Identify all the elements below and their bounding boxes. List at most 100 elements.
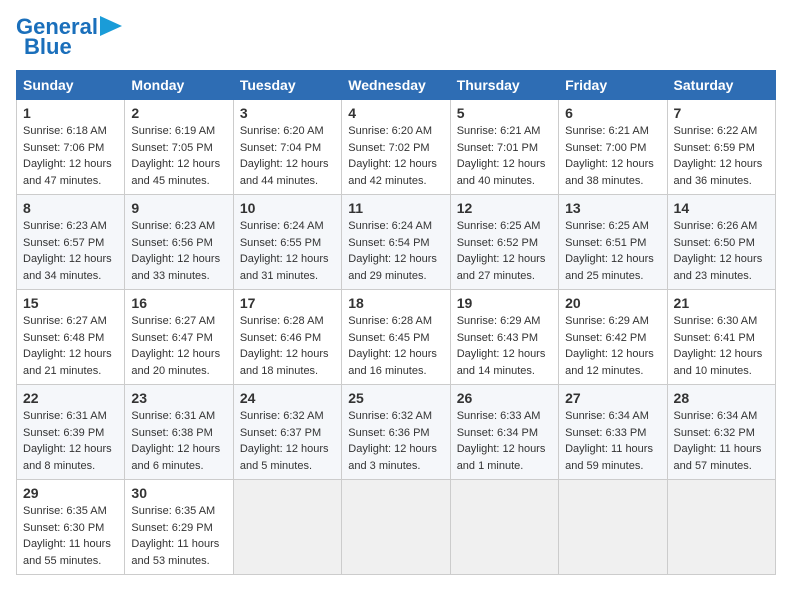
day-cell: 28 Sunrise: 6:34 AM Sunset: 6:32 PM Dayli… [667,385,775,480]
day-number: 5 [457,105,552,121]
day-cell: 23 Sunrise: 6:31 AM Sunset: 6:38 PM Dayli… [125,385,233,480]
day-cell: 3 Sunrise: 6:20 AM Sunset: 7:04 PM Daylig… [233,100,341,195]
day-info: Sunrise: 6:27 AM Sunset: 6:48 PM Dayligh… [23,313,118,379]
day-number: 7 [674,105,769,121]
day-number: 16 [131,295,226,311]
day-cell: 17 Sunrise: 6:28 AM Sunset: 6:46 PM Dayli… [233,290,341,385]
day-cell: 1 Sunrise: 6:18 AM Sunset: 7:06 PM Daylig… [17,100,125,195]
day-cell: 25 Sunrise: 6:32 AM Sunset: 6:36 PM Dayli… [342,385,450,480]
day-number: 10 [240,200,335,216]
day-number: 26 [457,390,552,406]
day-info: Sunrise: 6:26 AM Sunset: 6:50 PM Dayligh… [674,218,769,284]
day-number: 20 [565,295,660,311]
day-cell: 2Sunrise: 6:19 AM Sunset: 7:05 PM Daylig… [125,100,233,195]
day-cell: 7 Sunrise: 6:22 AM Sunset: 6:59 PM Daylig… [667,100,775,195]
logo-arrow-icon [100,16,122,36]
day-cell: 6Sunrise: 6:21 AM Sunset: 7:00 PM Daylig… [559,100,667,195]
day-cell: 18 Sunrise: 6:28 AM Sunset: 6:45 PM Dayli… [342,290,450,385]
week-row-2: 8 Sunrise: 6:23 AM Sunset: 6:57 PM Daylig… [17,195,776,290]
calendar-table: SundayMondayTuesdayWednesdayThursdayFrid… [16,70,776,575]
day-number: 14 [674,200,769,216]
day-cell: 26 Sunrise: 6:33 AM Sunset: 6:34 PM Dayli… [450,385,558,480]
day-cell: 9 Sunrise: 6:23 AM Sunset: 6:56 PM Daylig… [125,195,233,290]
day-info: Sunrise: 6:28 AM Sunset: 6:45 PM Dayligh… [348,313,443,379]
week-row-5: 29 Sunrise: 6:35 AM Sunset: 6:30 PM Dayli… [17,480,776,575]
day-info: Sunrise: 6:30 AM Sunset: 6:41 PM Dayligh… [674,313,769,379]
day-info: Sunrise: 6:31 AM Sunset: 6:38 PM Dayligh… [131,408,226,474]
header-row: SundayMondayTuesdayWednesdayThursdayFrid… [17,71,776,100]
day-number: 3 [240,105,335,121]
week-row-4: 22Sunrise: 6:31 AM Sunset: 6:39 PM Dayli… [17,385,776,480]
day-number: 27 [565,390,660,406]
day-info: Sunrise: 6:20 AM Sunset: 7:04 PM Dayligh… [240,123,335,189]
day-cell: 19 Sunrise: 6:29 AM Sunset: 6:43 PM Dayli… [450,290,558,385]
day-cell: 8 Sunrise: 6:23 AM Sunset: 6:57 PM Daylig… [17,195,125,290]
day-info: Sunrise: 6:23 AM Sunset: 6:57 PM Dayligh… [23,218,118,284]
day-info: Sunrise: 6:25 AM Sunset: 6:51 PM Dayligh… [565,218,660,284]
header-tuesday: Tuesday [233,71,341,100]
day-cell: 24Sunrise: 6:32 AM Sunset: 6:37 PM Dayli… [233,385,341,480]
day-info: Sunrise: 6:21 AM Sunset: 7:01 PM Dayligh… [457,123,552,189]
day-info: Sunrise: 6:22 AM Sunset: 6:59 PM Dayligh… [674,123,769,189]
week-row-1: 1 Sunrise: 6:18 AM Sunset: 7:06 PM Daylig… [17,100,776,195]
day-number: 23 [131,390,226,406]
day-info: Sunrise: 6:23 AM Sunset: 6:56 PM Dayligh… [131,218,226,284]
day-cell [559,480,667,575]
day-number: 9 [131,200,226,216]
day-info: Sunrise: 6:34 AM Sunset: 6:32 PM Dayligh… [674,408,769,474]
day-number: 28 [674,390,769,406]
day-cell: 21 Sunrise: 6:30 AM Sunset: 6:41 PM Dayli… [667,290,775,385]
logo: General Blue [16,16,122,58]
day-cell: 29 Sunrise: 6:35 AM Sunset: 6:30 PM Dayli… [17,480,125,575]
header-monday: Monday [125,71,233,100]
day-cell: 16 Sunrise: 6:27 AM Sunset: 6:47 PM Dayli… [125,290,233,385]
header-saturday: Saturday [667,71,775,100]
day-number: 8 [23,200,118,216]
page-header: General Blue [16,16,776,58]
day-number: 11 [348,200,443,216]
day-number: 29 [23,485,118,501]
day-info: Sunrise: 6:35 AM Sunset: 6:29 PM Dayligh… [131,503,226,569]
day-cell [667,480,775,575]
header-thursday: Thursday [450,71,558,100]
day-cell [233,480,341,575]
day-cell: 15 Sunrise: 6:27 AM Sunset: 6:48 PM Dayli… [17,290,125,385]
logo-blue: Blue [24,36,72,58]
day-number: 2 [131,105,226,121]
day-info: Sunrise: 6:18 AM Sunset: 7:06 PM Dayligh… [23,123,118,189]
day-cell: 5 Sunrise: 6:21 AM Sunset: 7:01 PM Daylig… [450,100,558,195]
day-cell: 20Sunrise: 6:29 AM Sunset: 6:42 PM Dayli… [559,290,667,385]
day-info: Sunrise: 6:28 AM Sunset: 6:46 PM Dayligh… [240,313,335,379]
day-number: 1 [23,105,118,121]
week-row-3: 15 Sunrise: 6:27 AM Sunset: 6:48 PM Dayli… [17,290,776,385]
day-number: 21 [674,295,769,311]
header-sunday: Sunday [17,71,125,100]
day-info: Sunrise: 6:21 AM Sunset: 7:00 PM Dayligh… [565,123,660,189]
day-info: Sunrise: 6:33 AM Sunset: 6:34 PM Dayligh… [457,408,552,474]
day-number: 19 [457,295,552,311]
day-cell [450,480,558,575]
day-info: Sunrise: 6:29 AM Sunset: 6:43 PM Dayligh… [457,313,552,379]
day-number: 25 [348,390,443,406]
day-cell: 4Sunrise: 6:20 AM Sunset: 7:02 PM Daylig… [342,100,450,195]
day-number: 18 [348,295,443,311]
day-cell: 12 Sunrise: 6:25 AM Sunset: 6:52 PM Dayli… [450,195,558,290]
day-number: 17 [240,295,335,311]
day-number: 15 [23,295,118,311]
day-cell: 27 Sunrise: 6:34 AM Sunset: 6:33 PM Dayli… [559,385,667,480]
day-cell: 13 Sunrise: 6:25 AM Sunset: 6:51 PM Dayli… [559,195,667,290]
day-number: 13 [565,200,660,216]
day-cell: 14 Sunrise: 6:26 AM Sunset: 6:50 PM Dayli… [667,195,775,290]
day-info: Sunrise: 6:25 AM Sunset: 6:52 PM Dayligh… [457,218,552,284]
day-info: Sunrise: 6:27 AM Sunset: 6:47 PM Dayligh… [131,313,226,379]
day-cell: 10Sunrise: 6:24 AM Sunset: 6:55 PM Dayli… [233,195,341,290]
day-info: Sunrise: 6:34 AM Sunset: 6:33 PM Dayligh… [565,408,660,474]
day-cell: 22Sunrise: 6:31 AM Sunset: 6:39 PM Dayli… [17,385,125,480]
day-cell [342,480,450,575]
header-friday: Friday [559,71,667,100]
day-info: Sunrise: 6:32 AM Sunset: 6:36 PM Dayligh… [348,408,443,474]
day-info: Sunrise: 6:20 AM Sunset: 7:02 PM Dayligh… [348,123,443,189]
day-info: Sunrise: 6:35 AM Sunset: 6:30 PM Dayligh… [23,503,118,569]
day-number: 22 [23,390,118,406]
day-number: 12 [457,200,552,216]
